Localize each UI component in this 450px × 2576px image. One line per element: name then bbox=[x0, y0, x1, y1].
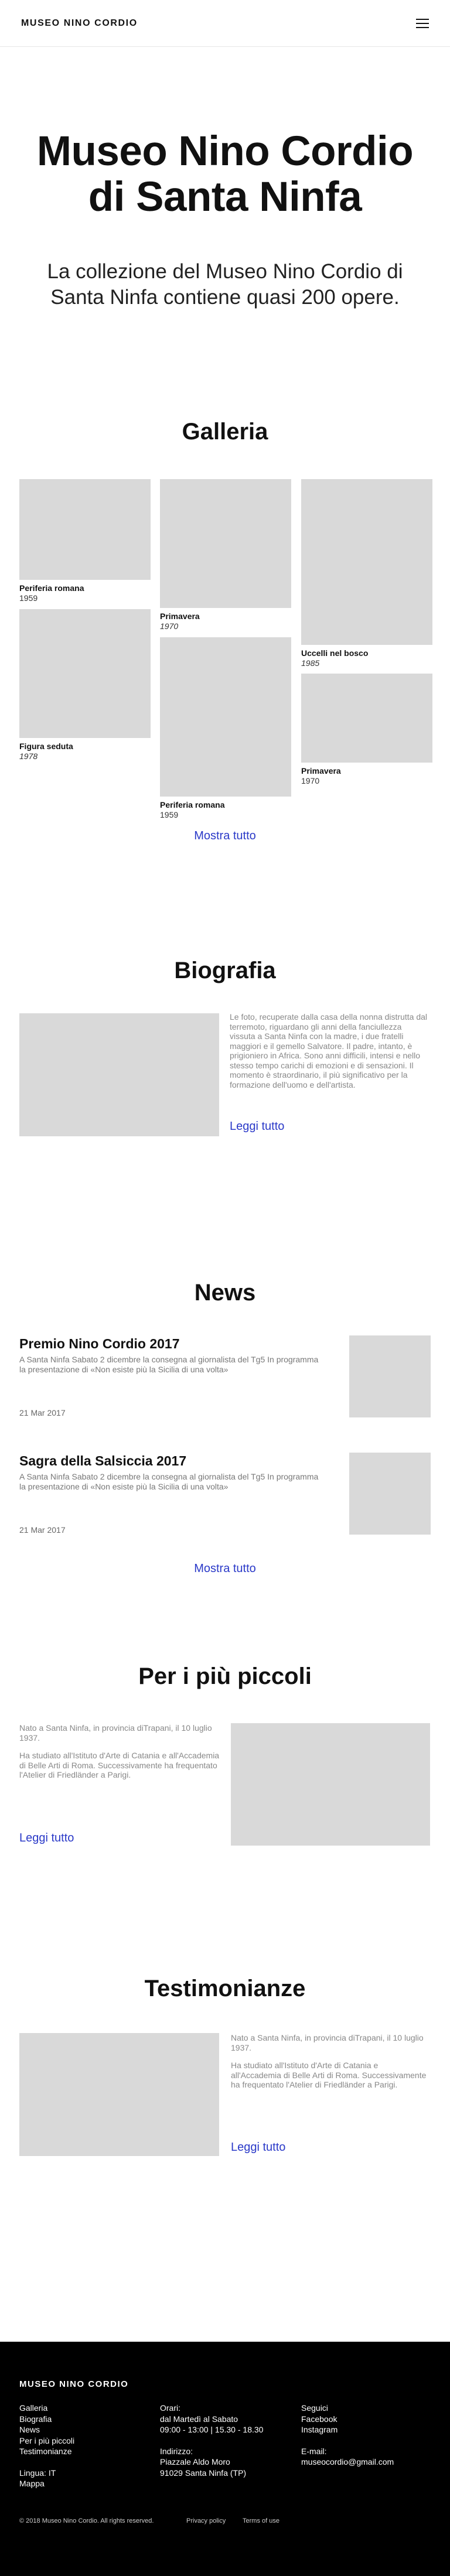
follow-label: Seguici bbox=[301, 2403, 328, 2413]
footer-link-biografia[interactable]: Biografia bbox=[19, 2414, 74, 2425]
testimonials-image bbox=[19, 2033, 219, 2156]
artwork-image[interactable] bbox=[160, 637, 291, 797]
hero-title-line1: Museo Nino Cordio bbox=[36, 128, 414, 175]
footer-nav: Galleria Biografia News Per i più piccol… bbox=[19, 2403, 74, 2489]
footer-link-news[interactable]: News bbox=[19, 2424, 74, 2435]
kids-text: Nato a Santa Ninfa, in provincia diTrapa… bbox=[19, 1723, 221, 1780]
hours-label: Orari: bbox=[160, 2403, 180, 2413]
artwork-image[interactable] bbox=[160, 479, 291, 608]
artwork-title: Figura seduta bbox=[19, 742, 73, 751]
terms-of-use-link[interactable]: Terms of use bbox=[243, 2517, 279, 2524]
gallery-show-all-link[interactable]: Mostra tutto bbox=[0, 829, 450, 843]
hours-days: dal Martedì al Sabato bbox=[160, 2414, 238, 2424]
email-label: E-mail: bbox=[301, 2446, 327, 2456]
artwork-title: Primavera bbox=[160, 611, 200, 621]
artwork-year: 1985 bbox=[301, 658, 320, 668]
gallery-section: Galleria Periferia romana 1959 Figura se… bbox=[0, 346, 450, 949]
artwork-year: 1978 bbox=[19, 751, 38, 761]
footer-link-map[interactable]: Mappa bbox=[19, 2478, 74, 2489]
hero-subtitle: La collezione del Museo Nino Cordio di S… bbox=[47, 260, 403, 309]
kids-paragraph: Ha studiato all'Istituto d'Arte di Catan… bbox=[19, 1751, 220, 1779]
footer-brand: MUSEO NINO CORDIO bbox=[19, 2379, 129, 2389]
artwork-title: Primavera bbox=[301, 766, 341, 775]
gallery-item[interactable]: Figura seduta 1978 bbox=[19, 609, 151, 761]
gallery-item[interactable]: Uccelli nel bosco 1985 bbox=[301, 479, 432, 668]
gallery-item[interactable]: Periferia romana 1959 bbox=[160, 637, 291, 820]
gallery-title: Galleria bbox=[182, 419, 268, 445]
footer-link-per-i-piu-piccoli[interactable]: Per i più piccoli bbox=[19, 2435, 74, 2447]
testimonials-text: Nato a Santa Ninfa, in provincia diTrapa… bbox=[231, 2033, 430, 2090]
facebook-link[interactable]: Facebook bbox=[301, 2414, 394, 2425]
address-street: Piazzale Aldo Moro bbox=[160, 2457, 230, 2466]
top-navbar: MUSEO NINO CORDIO bbox=[0, 0, 450, 47]
artwork-image[interactable] bbox=[19, 479, 151, 580]
hero-title-line2: di Santa Ninfa bbox=[88, 174, 362, 220]
artwork-title: Periferia romana bbox=[160, 800, 225, 809]
hours-time: 09:00 - 13:00 | 15.30 - 18.30 bbox=[160, 2425, 264, 2434]
testimonials-title: Testimonianze bbox=[144, 1976, 306, 2001]
footer-link-testimonianze[interactable]: Testimonianze bbox=[19, 2446, 74, 2457]
news-item-text: A Santa Ninfa Sabato 2 dicembre la conse… bbox=[19, 1472, 319, 1491]
kids-read-more-link[interactable]: Leggi tutto bbox=[19, 1832, 74, 1845]
biography-read-more-link[interactable]: Leggi tutto bbox=[230, 1120, 284, 1133]
gallery-item[interactable]: Primavera 1970 bbox=[160, 479, 291, 631]
artwork-year: 1970 bbox=[160, 621, 179, 631]
kids-paragraph: Nato a Santa Ninfa, in provincia diTrapa… bbox=[19, 1723, 212, 1743]
biography-text: Le foto, recuperate dalla casa della non… bbox=[230, 1012, 428, 1089]
news-show-all-link[interactable]: Mostra tutto bbox=[0, 1562, 450, 1576]
privacy-policy-link[interactable]: Privacy policy bbox=[186, 2517, 226, 2524]
kids-image bbox=[231, 1723, 430, 1846]
artwork-image[interactable] bbox=[19, 609, 151, 738]
artwork-year: 1959 bbox=[160, 810, 179, 819]
footer: MUSEO NINO CORDIO Galleria Biografia New… bbox=[0, 2342, 450, 2576]
news-item-image[interactable] bbox=[349, 1453, 431, 1535]
news-item[interactable]: Premio Nino Cordio 2017 A Santa Ninfa Sa… bbox=[19, 1335, 431, 1417]
hero-title: Museo Nino Cordio di Santa Ninfa bbox=[0, 129, 450, 220]
email-link[interactable]: museocordio@gmail.com bbox=[301, 2457, 394, 2468]
biography-title: Biografia bbox=[174, 958, 276, 983]
brand-logo-link[interactable]: MUSEO NINO CORDIO bbox=[21, 18, 138, 29]
biography-image bbox=[19, 1013, 219, 1136]
news-section: News Premio Nino Cordio 2017 A Santa Nin… bbox=[0, 1277, 450, 1640]
gallery-item[interactable]: Primavera 1970 bbox=[301, 674, 432, 786]
hamburger-menu-icon[interactable] bbox=[416, 18, 429, 28]
hero-section: Museo Nino Cordio di Santa Ninfa La coll… bbox=[0, 47, 450, 346]
gallery-item[interactable]: Periferia romana 1959 bbox=[19, 479, 151, 603]
footer-info: Orari: dal Martedì al Sabato 09:00 - 13:… bbox=[160, 2403, 263, 2478]
artwork-year: 1970 bbox=[301, 776, 320, 785]
artwork-year: 1959 bbox=[19, 593, 38, 603]
testimonials-read-more-link[interactable]: Leggi tutto bbox=[231, 2141, 285, 2154]
artwork-title: Uccelli nel bosco bbox=[301, 648, 369, 658]
artwork-title: Periferia romana bbox=[19, 583, 84, 593]
news-item-date: 21 Mar 2017 bbox=[19, 1525, 66, 1535]
news-item-image[interactable] bbox=[349, 1335, 431, 1417]
testimonials-paragraph: Ha studiato all'Istituto d'Arte di Catan… bbox=[231, 2061, 427, 2089]
footer-social: Seguici Facebook Instagram E-mail: museo… bbox=[301, 2403, 394, 2468]
artwork-image[interactable] bbox=[301, 479, 432, 645]
address-city: 91029 Santa Ninfa (TP) bbox=[160, 2468, 247, 2478]
testimonials-section: Testimonianze Nato a Santa Ninfa, in pro… bbox=[0, 1974, 450, 2342]
language-selector[interactable]: Lingua: IT bbox=[19, 2468, 74, 2479]
address-label: Indirizzo: bbox=[160, 2446, 193, 2456]
news-title: News bbox=[194, 1280, 256, 1306]
kids-section: Per i più piccoli Nato a Santa Ninfa, in… bbox=[0, 1640, 450, 1974]
kids-title: Per i più piccoli bbox=[138, 1663, 312, 1689]
news-item-text: A Santa Ninfa Sabato 2 dicembre la conse… bbox=[19, 1355, 319, 1374]
news-item-date: 21 Mar 2017 bbox=[19, 1408, 66, 1417]
news-item[interactable]: Sagra della Salsiccia 2017 A Santa Ninfa… bbox=[19, 1453, 431, 1535]
biography-section: Biografia Le foto, recuperate dalla casa… bbox=[0, 949, 450, 1277]
testimonials-paragraph: Nato a Santa Ninfa, in provincia diTrapa… bbox=[231, 2033, 424, 2052]
copyright: © 2018 Museo Nino Cordio. All rights res… bbox=[19, 2517, 154, 2524]
artwork-image[interactable] bbox=[301, 674, 432, 763]
instagram-link[interactable]: Instagram bbox=[301, 2424, 394, 2435]
footer-link-galleria[interactable]: Galleria bbox=[19, 2403, 74, 2414]
